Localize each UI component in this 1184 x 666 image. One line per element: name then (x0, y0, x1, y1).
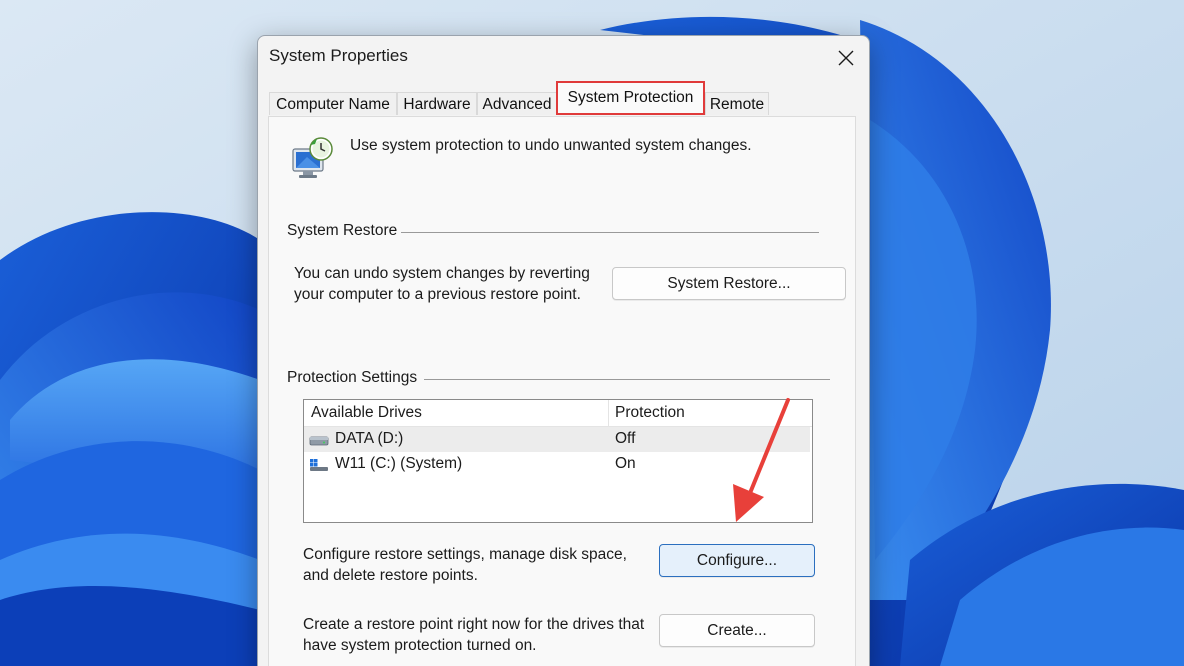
create-description-line2: have system protection turned on. (303, 637, 537, 654)
create-description: Create a restore point right now for the… (303, 614, 644, 656)
system-restore-description: You can undo system changes by reverting… (294, 263, 590, 305)
create-description-line1: Create a restore point right now for the… (303, 616, 645, 633)
title-bar[interactable]: System Properties (258, 36, 869, 80)
system-restore-description-line1: You can undo system changes by reverting (294, 265, 590, 282)
protection-settings-rule (424, 379, 830, 380)
protection-settings-section-label: Protection Settings (287, 369, 422, 387)
windows-drive-icon (310, 459, 328, 471)
drive-name: W11 (C:) (System) (335, 455, 463, 472)
drive-protection-status: On (615, 455, 636, 472)
drive-name: DATA (D:) (335, 430, 404, 447)
close-icon (838, 50, 854, 66)
configure-description-line2: and delete restore points. (303, 567, 478, 584)
system-protection-icon (292, 137, 333, 178)
column-header-available-drives[interactable]: Available Drives (311, 404, 422, 422)
system-restore-button[interactable]: System Restore... (612, 267, 846, 300)
drives-list-header: Available Drives Protection (304, 400, 812, 427)
drive-protection-status: Off (615, 430, 636, 447)
configure-description-line1: Configure restore settings, manage disk … (303, 546, 627, 563)
desktop: System Properties Computer Name Hardware… (0, 0, 1184, 666)
system-restore-section-label: System Restore (287, 222, 402, 240)
configure-description: Configure restore settings, manage disk … (303, 544, 627, 586)
tab-remote[interactable]: Remote (705, 92, 769, 115)
tab-hardware[interactable]: Hardware (397, 92, 477, 115)
system-properties-window: System Properties Computer Name Hardware… (257, 35, 870, 666)
configure-button[interactable]: Configure... (659, 544, 815, 577)
system-restore-rule (399, 232, 819, 233)
close-button[interactable] (823, 36, 869, 80)
available-drives-list[interactable]: Available Drives Protection DATA (D:) Of… (303, 399, 813, 523)
tab-advanced[interactable]: Advanced (477, 92, 557, 115)
tab-strip: Computer Name Hardware Advanced System P… (269, 81, 869, 116)
column-separator[interactable] (608, 400, 609, 426)
column-header-protection[interactable]: Protection (615, 404, 685, 422)
drive-icon (309, 436, 329, 446)
tab-system-protection[interactable]: System Protection (556, 81, 705, 115)
system-restore-description-line2: your computer to a previous restore poin… (294, 286, 581, 303)
drive-row-system[interactable]: W11 (C:) (System) On (304, 452, 810, 477)
tab-computer-name[interactable]: Computer Name (269, 92, 397, 115)
window-title: System Properties (269, 46, 408, 65)
create-button[interactable]: Create... (659, 614, 815, 647)
intro-text: Use system protection to undo unwanted s… (350, 137, 752, 154)
drive-row-data[interactable]: DATA (D:) Off (304, 427, 810, 452)
system-protection-panel: Use system protection to undo unwanted s… (268, 116, 856, 666)
